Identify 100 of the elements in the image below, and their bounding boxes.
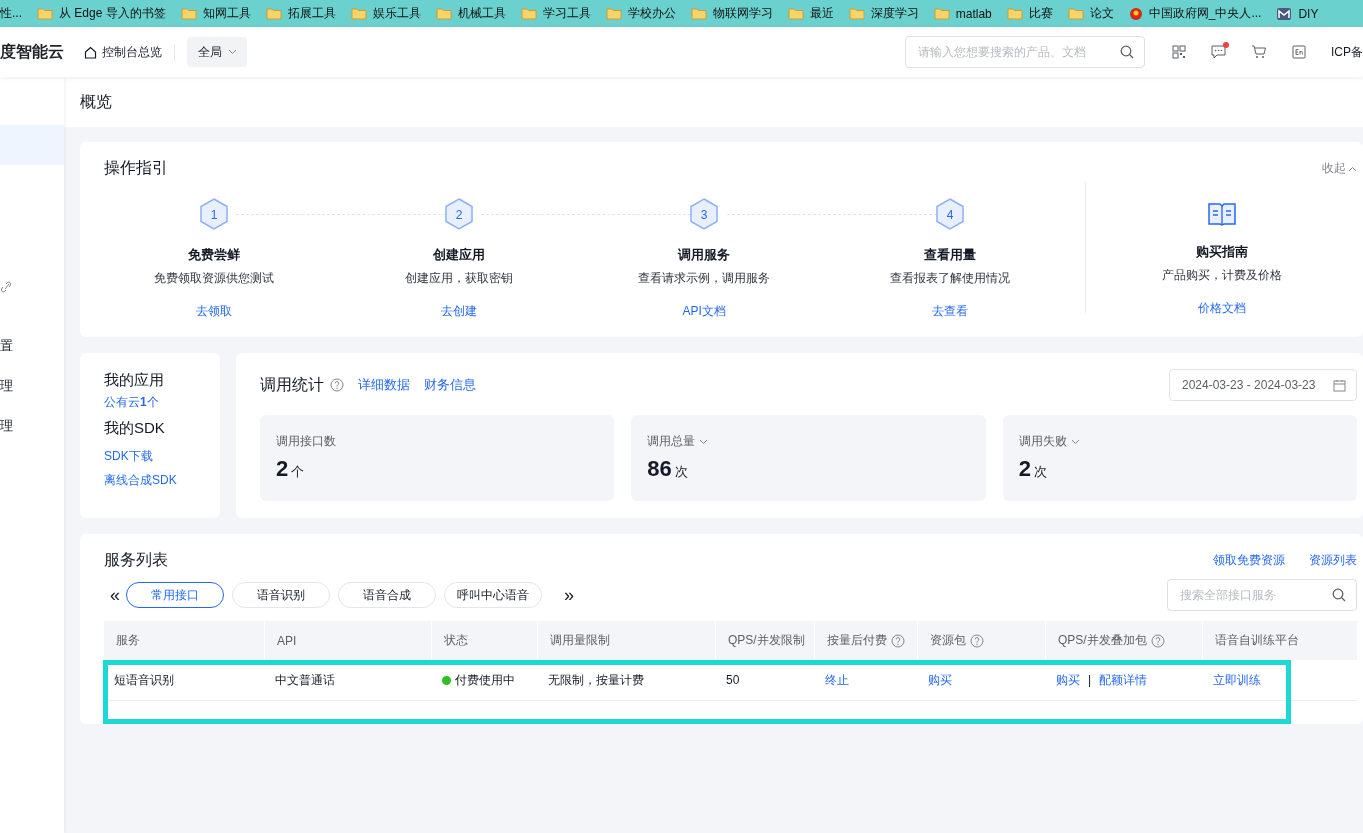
- card-title: 调用统计: [260, 374, 324, 395]
- bookmark-label[interactable]: DIY: [1298, 6, 1319, 21]
- table-link[interactable]: 购买: [1056, 671, 1080, 689]
- console-link[interactable]: 控制台总览: [84, 43, 175, 61]
- sidebar-item[interactable]: 置: [0, 326, 64, 366]
- stats-link[interactable]: 财务信息: [424, 376, 476, 394]
- step-link[interactable]: API文档: [682, 303, 726, 320]
- step-hexagon: 4: [934, 198, 965, 230]
- sidebar-item[interactable]: 理: [0, 406, 64, 446]
- bookmark-label[interactable]: 从 Edge 导入的书签: [59, 5, 166, 22]
- resource-link[interactable]: 领取免费资源: [1213, 552, 1285, 569]
- table-cell: 短语音识别: [114, 671, 174, 689]
- bookmark-label[interactable]: 中国政府网_中央人...: [1148, 5, 1262, 22]
- folder-icon: [350, 7, 367, 20]
- column-header: QPS/并发限制: [728, 632, 805, 649]
- step-link[interactable]: 去创建: [440, 303, 477, 320]
- icp-link[interactable]: ICP备: [1331, 43, 1363, 61]
- bookmark-label[interactable]: 学习工具: [542, 5, 591, 22]
- search-icon[interactable]: [1332, 588, 1346, 602]
- column-header: 资源包: [930, 632, 966, 649]
- folder-icon: [265, 7, 282, 20]
- collapse-link[interactable]: 收起: [1322, 160, 1357, 177]
- step-link[interactable]: 去领取: [195, 303, 232, 320]
- previous-arrow[interactable]: «: [104, 584, 126, 606]
- category-tab[interactable]: 语音合成: [338, 582, 436, 608]
- section-title: 我的SDK: [104, 419, 166, 438]
- stat-label: 调用接口数: [276, 433, 336, 450]
- help-icon[interactable]: [330, 378, 344, 392]
- folder-icon: [848, 7, 865, 20]
- sdk-link[interactable]: SDK下载: [104, 448, 220, 465]
- logo-text[interactable]: 度智能云: [0, 41, 84, 63]
- bookmark-label[interactable]: 知网工具: [202, 5, 251, 22]
- sidebar-item[interactable]: 理: [0, 366, 64, 406]
- cart-icon[interactable]: [1251, 45, 1267, 59]
- bookmark-label[interactable]: matlab: [955, 6, 992, 21]
- card-title: 操作指引: [104, 158, 168, 178]
- folder-icon: [435, 7, 452, 20]
- chevron-down-icon: [699, 438, 709, 445]
- stat-label: 调用总量: [647, 433, 696, 450]
- card-title: 服务列表: [104, 550, 168, 570]
- home-icon: [84, 45, 97, 59]
- stats-link[interactable]: 详细数据: [358, 376, 410, 394]
- table-link[interactable]: 立即训练: [1213, 671, 1261, 689]
- link-separator: |: [1088, 673, 1092, 687]
- bookmark-label[interactable]: 拓展工具: [287, 5, 336, 22]
- next-arrow[interactable]: »: [558, 584, 580, 606]
- step-link[interactable]: 价格文档: [1197, 300, 1246, 317]
- column-header: 调用量限制: [550, 632, 610, 649]
- bookmark-label[interactable]: 深度学习: [870, 5, 919, 22]
- column-header: 按量后付费: [827, 632, 887, 649]
- search-field[interactable]: 请输入您想要搜索的产品、文档: [905, 36, 1145, 68]
- folder-icon: [605, 7, 622, 20]
- table-link[interactable]: 购买: [928, 671, 952, 689]
- language-icon[interactable]: [1292, 45, 1306, 59]
- category-tab[interactable]: 常用接口: [126, 582, 224, 608]
- link-icon[interactable]: [0, 280, 12, 294]
- folder-icon: [933, 7, 950, 20]
- app-count-link[interactable]: 公有云1个: [104, 394, 220, 411]
- page-title: 概览: [64, 77, 1363, 127]
- folder-icon: [37, 7, 53, 20]
- column-header: API: [277, 633, 297, 648]
- step-link[interactable]: 去查看: [931, 303, 968, 320]
- help-icon[interactable]: [891, 633, 905, 648]
- sdk-link[interactable]: 离线合成SDK: [104, 472, 220, 489]
- bookmark-label[interactable]: 比赛: [1028, 5, 1053, 22]
- folder-icon: [787, 7, 804, 20]
- category-tab[interactable]: 语音识别: [232, 582, 330, 608]
- bookmark-label[interactable]: 性...: [0, 5, 22, 22]
- folder-icon: [1006, 7, 1023, 20]
- step-description: 产品购买，计费及价格: [1161, 267, 1282, 284]
- service-search-field[interactable]: 搜索全部接口服务: [1167, 579, 1357, 611]
- column-header: 语音自训练平台: [1215, 632, 1299, 649]
- help-icon[interactable]: [970, 633, 984, 648]
- category-tab[interactable]: 呼叫中心语音: [444, 582, 542, 608]
- column-header: QPS/并发叠加包: [1058, 632, 1147, 649]
- help-icon[interactable]: [1150, 633, 1165, 648]
- stat-unit: 个: [291, 463, 305, 481]
- region-select[interactable]: 全局: [187, 37, 247, 67]
- folder-icon: [180, 7, 197, 20]
- resource-link[interactable]: 资源列表: [1309, 552, 1357, 569]
- step-hexagon: 2: [443, 198, 474, 230]
- bookmark-label[interactable]: 论文: [1089, 5, 1114, 22]
- bookmark-label[interactable]: 娱乐工具: [372, 5, 421, 22]
- table-link[interactable]: 终止: [825, 671, 849, 689]
- table-link[interactable]: 配额详情: [1099, 671, 1148, 689]
- search-icon[interactable]: [1120, 45, 1134, 59]
- step-description: 查看报表了解使用情况: [889, 270, 1010, 287]
- bookmark-label[interactable]: 物联网学习: [712, 5, 773, 22]
- bookmark-label[interactable]: 学校办公: [627, 5, 676, 22]
- bookmark-label[interactable]: 机械工具: [457, 5, 506, 22]
- table-cell: 50: [726, 673, 740, 687]
- message-icon[interactable]: [1211, 45, 1227, 59]
- table-cell: 中文普通话: [275, 671, 335, 689]
- step-title: 查看用量: [923, 246, 976, 264]
- stat-unit: 次: [1033, 463, 1047, 481]
- date-range-picker[interactable]: 2024-03-23 - 2024-03-23: [1169, 369, 1357, 401]
- step-description: 查看请求示例，调用服务: [638, 270, 771, 287]
- qr-code-icon[interactable]: [1172, 45, 1186, 59]
- bookmark-label[interactable]: 最近: [809, 5, 834, 22]
- stat-unit: 次: [674, 463, 688, 481]
